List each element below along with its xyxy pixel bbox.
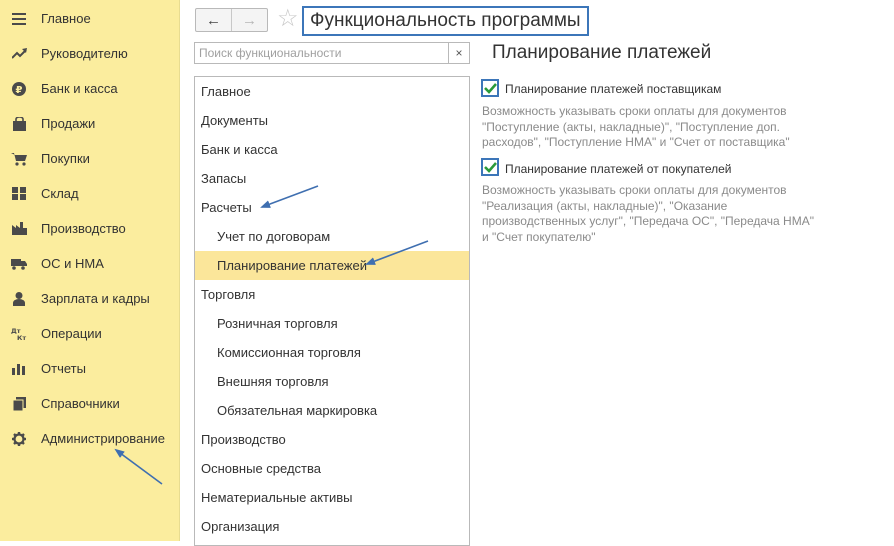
page-title: Функциональность программы (302, 6, 589, 36)
sidebar-item-purchases[interactable]: Покупки (0, 141, 179, 176)
sidebar-item-label: Отчеты (41, 361, 86, 376)
tree-item[interactable]: Запасы (195, 164, 469, 193)
description-line: Возможность указывать сроки оплаты для д… (482, 183, 787, 197)
dt-kt-icon: Дт Кт (11, 326, 27, 342)
forward-button[interactable]: → (232, 9, 267, 31)
tree-item[interactable]: Комиссионная торговля (195, 338, 469, 367)
tree-item[interactable]: Основные средства (195, 454, 469, 483)
tree-item[interactable]: Организация (195, 512, 469, 541)
tree-item[interactable]: Розничная торговля (195, 309, 469, 338)
sidebar-item-label: Администрирование (41, 431, 165, 446)
supplier-payments-description: Возможность указывать сроки оплаты для д… (482, 104, 862, 151)
customer-payments-label[interactable]: Планирование платежей от покупателей (505, 162, 732, 176)
sidebar-item-label: Операции (41, 326, 102, 341)
description-line: и "Счет покупателю" (482, 229, 596, 244)
description-line: "Поступление (акты, накладные)", "Поступ… (482, 119, 780, 134)
sidebar-item-directories[interactable]: Справочники (0, 386, 179, 421)
sidebar-item-label: Продажи (41, 116, 96, 131)
sidebar-item-bank[interactable]: ₽ Банк и касса (0, 71, 179, 106)
tree-item[interactable]: Внешняя торговля (195, 367, 469, 396)
tree-item-selected[interactable]: Планирование платежей (195, 251, 469, 280)
sidebar-item-reports[interactable]: Отчеты (0, 351, 179, 386)
bar-chart-icon (11, 361, 27, 377)
sidebar-item-salary[interactable]: Зарплата и кадры (0, 281, 179, 316)
sidebar-item-label: Склад (41, 186, 79, 201)
sidebar-item-operations[interactable]: Дт Кт Операции (0, 316, 179, 351)
supplier-payments-label[interactable]: Планирование платежей поставщикам (505, 82, 721, 96)
coin-icon: ₽ (11, 81, 27, 97)
tree-item[interactable]: Банк и касса (195, 135, 469, 164)
checkmark-icon (483, 82, 497, 94)
description-line: расходов", "Поступление НМА" и "Счет от … (482, 135, 790, 149)
bag-icon (11, 116, 27, 132)
tree-item[interactable]: Производство (195, 425, 469, 454)
sidebar-item-manager[interactable]: Руководителю (0, 36, 179, 71)
tree-item[interactable]: Расчеты (195, 193, 469, 222)
customer-payments-description: Возможность указывать сроки оплаты для д… (482, 183, 862, 245)
tree-item[interactable]: Документы (195, 106, 469, 135)
functionality-tree: Главное Документы Банк и касса Запасы Ра… (194, 76, 470, 546)
clear-search-button[interactable]: × (448, 42, 470, 64)
tree-item[interactable]: Нематериальные активы (195, 483, 469, 512)
sidebar-item-assets[interactable]: ОС и НМА (0, 246, 179, 281)
back-button[interactable]: ← (196, 9, 232, 31)
sidebar-item-sales[interactable]: Продажи (0, 106, 179, 141)
description-line: "Реализация (акты, накладные)", "Оказани… (482, 198, 728, 213)
section-title: Планирование платежей (492, 42, 712, 63)
menu-icon (11, 11, 27, 27)
sidebar-item-label: Главное (41, 11, 91, 26)
svg-text:Кт: Кт (17, 334, 26, 341)
sidebar-item-production[interactable]: Производство (0, 211, 179, 246)
svg-text:₽: ₽ (16, 85, 23, 96)
description-line: Возможность указывать сроки оплаты для д… (482, 104, 787, 118)
trend-icon (11, 46, 27, 62)
sidebar-item-label: ОС и НМА (41, 256, 104, 271)
books-icon (11, 396, 27, 412)
sidebar-item-label: Покупки (41, 151, 90, 166)
sidebar-item-label: Производство (41, 221, 126, 236)
customer-payments-checkbox[interactable] (481, 158, 499, 176)
sidebar-item-administration[interactable]: Администрирование (0, 421, 179, 456)
sidebar-item-warehouse[interactable]: Склад (0, 176, 179, 211)
sidebar-item-main[interactable]: Главное (0, 1, 179, 36)
sidebar: Главное Руководителю ₽ Банк и касса Прод… (0, 0, 180, 541)
tree-item[interactable]: Обязательная маркировка (195, 396, 469, 425)
sidebar-item-label: Банк и касса (41, 81, 118, 96)
gear-icon (11, 431, 27, 447)
description-line: производственных услуг", "Передача ОС", … (482, 214, 814, 228)
supplier-payments-checkbox[interactable] (481, 79, 499, 97)
sidebar-item-label: Руководителю (41, 46, 128, 61)
factory-icon (11, 221, 27, 237)
favorite-star-icon[interactable]: ☆ (277, 6, 299, 32)
checkmark-icon (483, 161, 497, 173)
tree-item[interactable]: Учет по договорам (195, 222, 469, 251)
sidebar-item-label: Зарплата и кадры (41, 291, 150, 306)
search-input[interactable] (194, 42, 448, 64)
tree-item[interactable]: Торговля (195, 280, 469, 309)
cart-icon (11, 151, 27, 167)
person-icon (11, 291, 27, 307)
truck-icon (11, 256, 27, 272)
warehouse-icon (11, 186, 27, 202)
sidebar-item-label: Справочники (41, 396, 120, 411)
tree-item[interactable]: Главное (195, 77, 469, 106)
navigation-buttons: ← → (195, 8, 268, 32)
